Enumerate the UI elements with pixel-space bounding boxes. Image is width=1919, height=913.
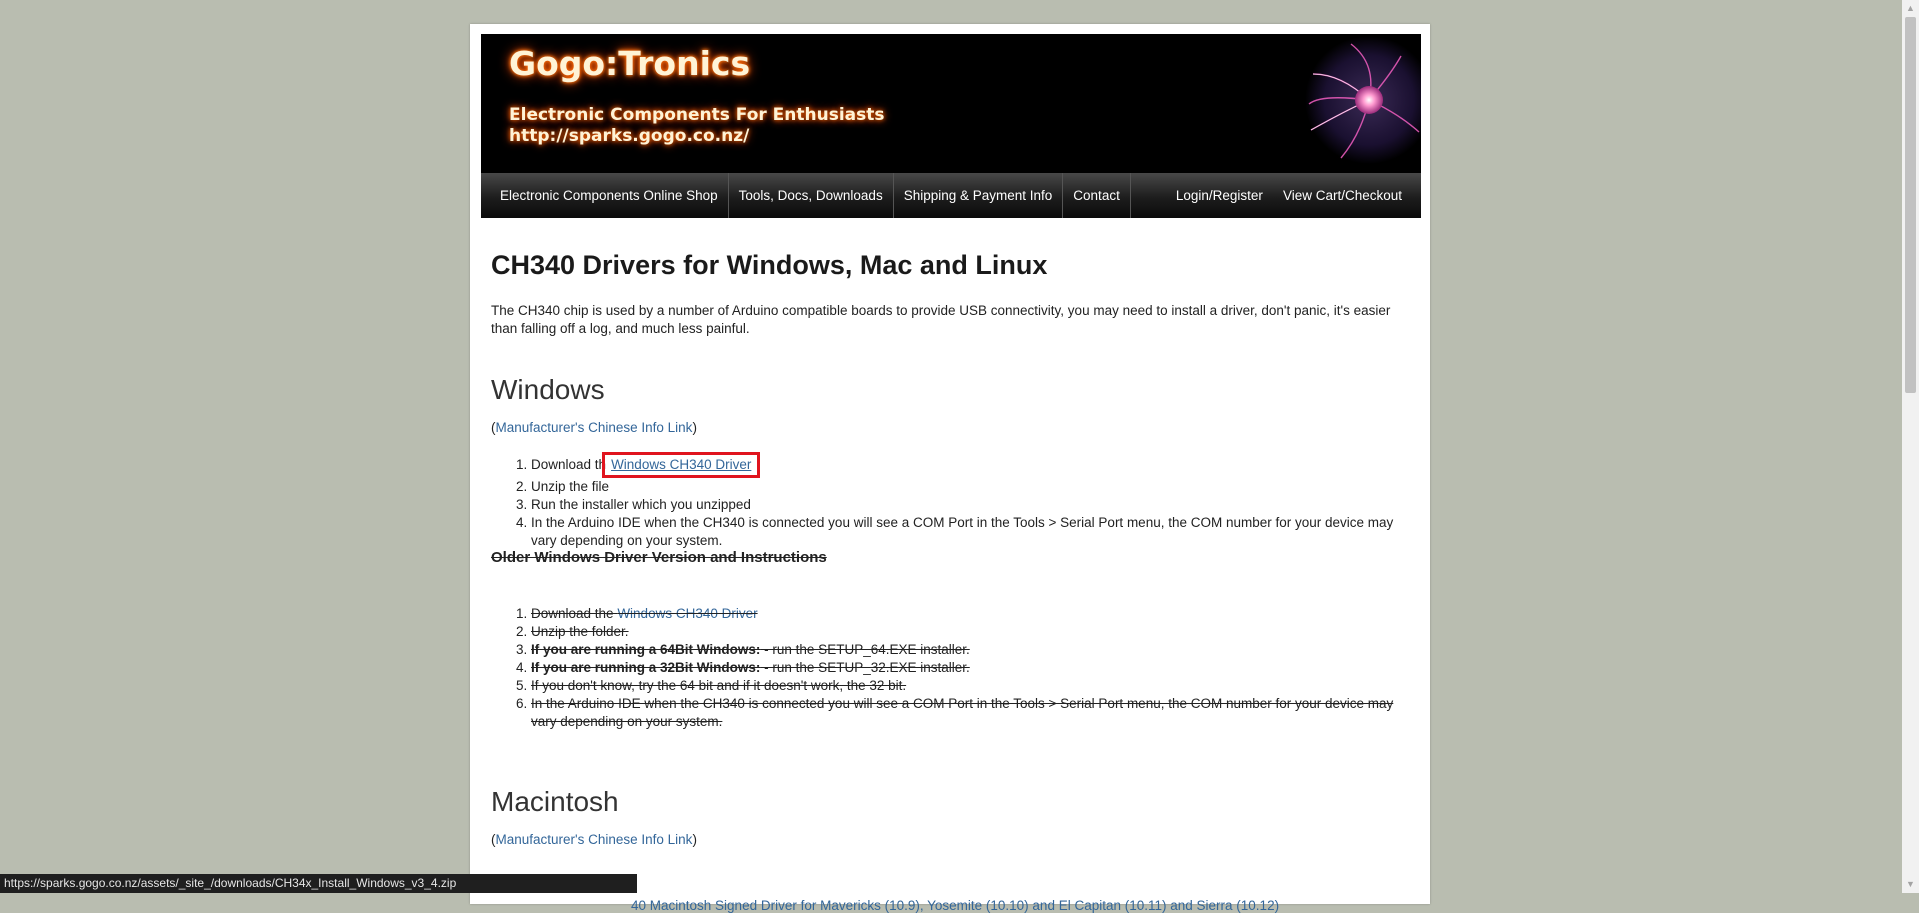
list-item: Run the installer which you unzipped bbox=[531, 496, 1411, 514]
nav-spacer bbox=[1131, 173, 1166, 218]
windows-info-link[interactable]: Manufacturer's Chinese Info Link bbox=[496, 420, 693, 435]
step-text: Download the bbox=[531, 606, 618, 621]
mac-driver-line: 40 Macintosh Signed Driver for Mavericks… bbox=[631, 898, 1279, 913]
scroll-up-arrow-icon[interactable]: ▲ bbox=[1902, 0, 1919, 17]
mac-info-link[interactable]: Manufacturer's Chinese Info Link bbox=[496, 832, 693, 847]
site-tagline: Electronic Components For Enthusiasts ht… bbox=[509, 105, 885, 147]
mac-info-line: (Manufacturer's Chinese Info Link) bbox=[491, 832, 697, 847]
step-text: - run the SETUP_64.EXE installer. bbox=[760, 642, 970, 657]
vertical-scrollbar[interactable]: ▲ ▼ bbox=[1902, 0, 1919, 893]
windows-heading: Windows bbox=[491, 374, 605, 405]
step-text: - run the SETUP_32.EXE installer. bbox=[760, 660, 970, 675]
older-steps-list: Download the Windows CH340 Driver Unzip … bbox=[491, 605, 1411, 731]
list-item: If you are running a 64Bit Windows: - ru… bbox=[531, 641, 1411, 659]
site-brand: Gogo:Tronics bbox=[509, 44, 751, 83]
list-item: Download th Windows CH340 Driver bbox=[531, 452, 1411, 478]
page-container: Gogo:Tronics Electronic Components For E… bbox=[470, 24, 1430, 913]
scrollbar-thumb[interactable] bbox=[1905, 17, 1916, 393]
windows-steps-list: Download th Windows CH340 Driver Unzip th… bbox=[491, 452, 1411, 550]
browser-status-bar: https://sparks.gogo.co.nz/assets/_site_/… bbox=[0, 874, 637, 893]
step-text: Download th bbox=[531, 457, 607, 472]
page-title: CH340 Drivers for Windows, Mac and Linux bbox=[491, 250, 1048, 280]
nav-item-login-register[interactable]: Login/Register bbox=[1166, 173, 1273, 218]
tagline-url: http://sparks.gogo.co.nz/ bbox=[509, 126, 750, 146]
step-bold: If you are running a 64Bit Windows: bbox=[531, 642, 761, 657]
list-item: If you don't know, try the 64 bit and if… bbox=[531, 677, 1411, 695]
windows-info-line: (Manufacturer's Chinese Info Link) bbox=[491, 420, 697, 435]
site-banner[interactable]: Gogo:Tronics Electronic Components For E… bbox=[481, 34, 1421, 173]
list-item: Download the Windows CH340 Driver bbox=[531, 605, 1411, 623]
main-nav: Electronic Components Online Shop Tools,… bbox=[481, 173, 1421, 218]
nav-item-contact[interactable]: Contact bbox=[1063, 173, 1131, 218]
windows-driver-download-link[interactable]: Windows CH340 Driver bbox=[611, 457, 751, 472]
intro-paragraph: The CH340 chip is used by a number of Ar… bbox=[491, 303, 1391, 336]
highlighted-driver-link-box: Windows CH340 Driver bbox=[602, 452, 761, 478]
nav-item-tools-docs-downloads[interactable]: Tools, Docs, Downloads bbox=[729, 173, 894, 218]
nav-item-shipping-payment[interactable]: Shipping & Payment Info bbox=[894, 173, 1064, 218]
list-item: In the Arduino IDE when the CH340 is con… bbox=[531, 695, 1411, 731]
mac-driver-link[interactable]: 40 Macintosh Signed Driver for Mavericks… bbox=[631, 898, 1279, 913]
nav-item-online-shop[interactable]: Electronic Components Online Shop bbox=[481, 173, 729, 218]
list-item: If you are running a 32Bit Windows: - ru… bbox=[531, 659, 1411, 677]
list-item: In the Arduino IDE when the CH340 is con… bbox=[531, 514, 1411, 550]
plasma-ball-image bbox=[1305, 36, 1421, 164]
tagline-text: Electronic Components For Enthusiasts bbox=[509, 105, 885, 125]
list-item: Unzip the file bbox=[531, 478, 1411, 496]
older-windows-driver-link[interactable]: Windows CH340 Driver bbox=[617, 606, 757, 621]
list-item: Unzip the folder. bbox=[531, 623, 1411, 641]
nav-item-view-cart[interactable]: View Cart/Checkout bbox=[1273, 173, 1421, 218]
scroll-down-arrow-icon[interactable]: ▼ bbox=[1902, 876, 1919, 893]
step-bold: If you are running a 32Bit Windows: bbox=[531, 660, 761, 675]
macintosh-heading: Macintosh bbox=[491, 786, 619, 817]
older-driver-heading: Older Windows Driver Version and Instruc… bbox=[491, 549, 827, 566]
